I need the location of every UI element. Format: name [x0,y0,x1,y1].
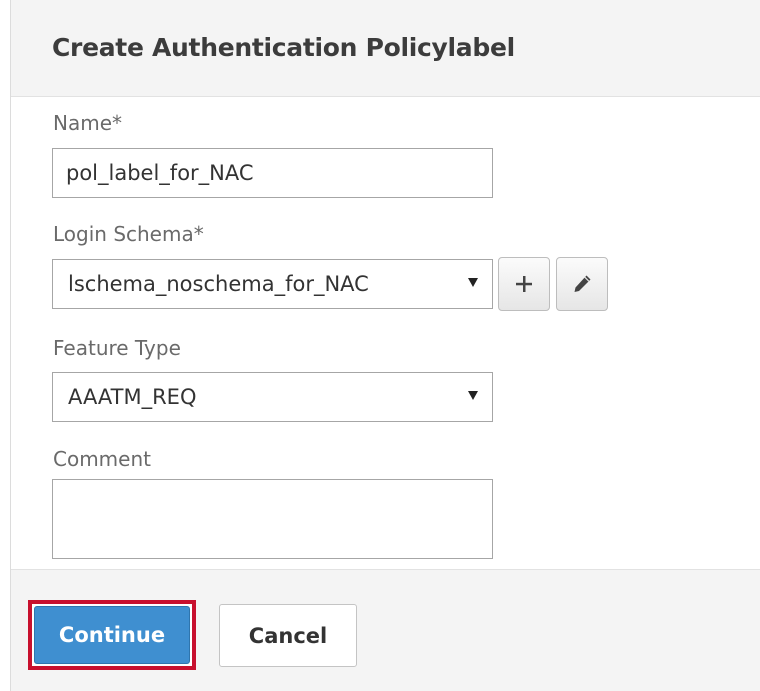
chevron-down-icon [468,391,478,400]
name-input[interactable] [52,148,493,198]
cancel-button[interactable]: Cancel [219,604,357,667]
feature-type-select[interactable]: AAATM_REQ [52,372,493,422]
add-login-schema-button[interactable] [498,257,550,311]
login-schema-value: lschema_noschema_for_NAC [68,272,369,296]
feature-type-value: AAATM_REQ [68,385,197,409]
plus-icon [516,276,532,292]
dialog: Create Authentication Policylabel Name* … [0,0,760,691]
comment-textarea[interactable] [52,479,493,559]
feature-type-label: Feature Type [53,336,181,360]
edit-login-schema-button[interactable] [556,257,608,311]
login-schema-select[interactable]: lschema_noschema_for_NAC [52,259,493,309]
continue-button[interactable]: Continue [34,606,190,664]
comment-label: Comment [53,447,151,471]
chevron-down-icon [468,278,478,287]
pencil-icon [574,275,591,292]
dialog-header: Create Authentication Policylabel [11,0,760,97]
name-label: Name* [53,111,123,135]
dialog-title: Create Authentication Policylabel [52,33,515,62]
login-schema-label: Login Schema* [53,222,204,246]
